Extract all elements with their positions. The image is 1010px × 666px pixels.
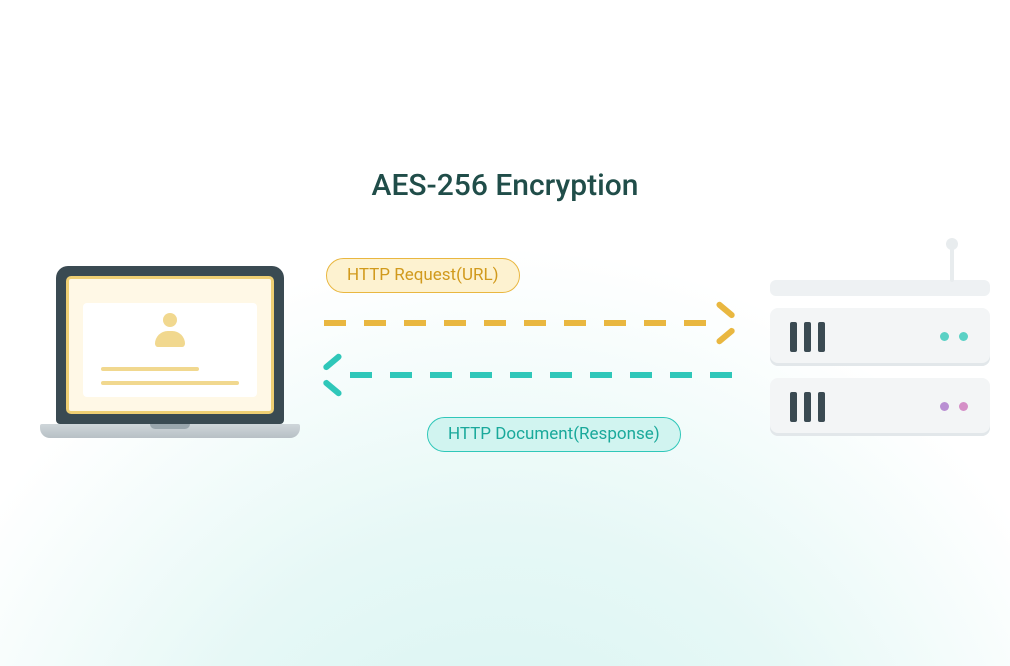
server-unit-2	[770, 378, 990, 436]
diagram-title: AES-256 Encryption	[0, 168, 1010, 203]
user-avatar-icon	[153, 313, 187, 347]
client-laptop-icon	[40, 266, 300, 438]
router-icon	[770, 280, 990, 296]
antenna-icon	[950, 246, 954, 282]
server-stack-icon	[770, 248, 990, 436]
request-arrowhead-icon	[712, 308, 742, 338]
request-label-pill: HTTP Request(URL)	[326, 258, 520, 293]
request-arrow-line	[324, 320, 716, 326]
response-arrowhead-icon	[320, 360, 350, 390]
server-unit-1	[770, 308, 990, 366]
response-label-pill: HTTP Document(Response)	[427, 417, 681, 452]
response-arrow-line	[350, 372, 742, 378]
